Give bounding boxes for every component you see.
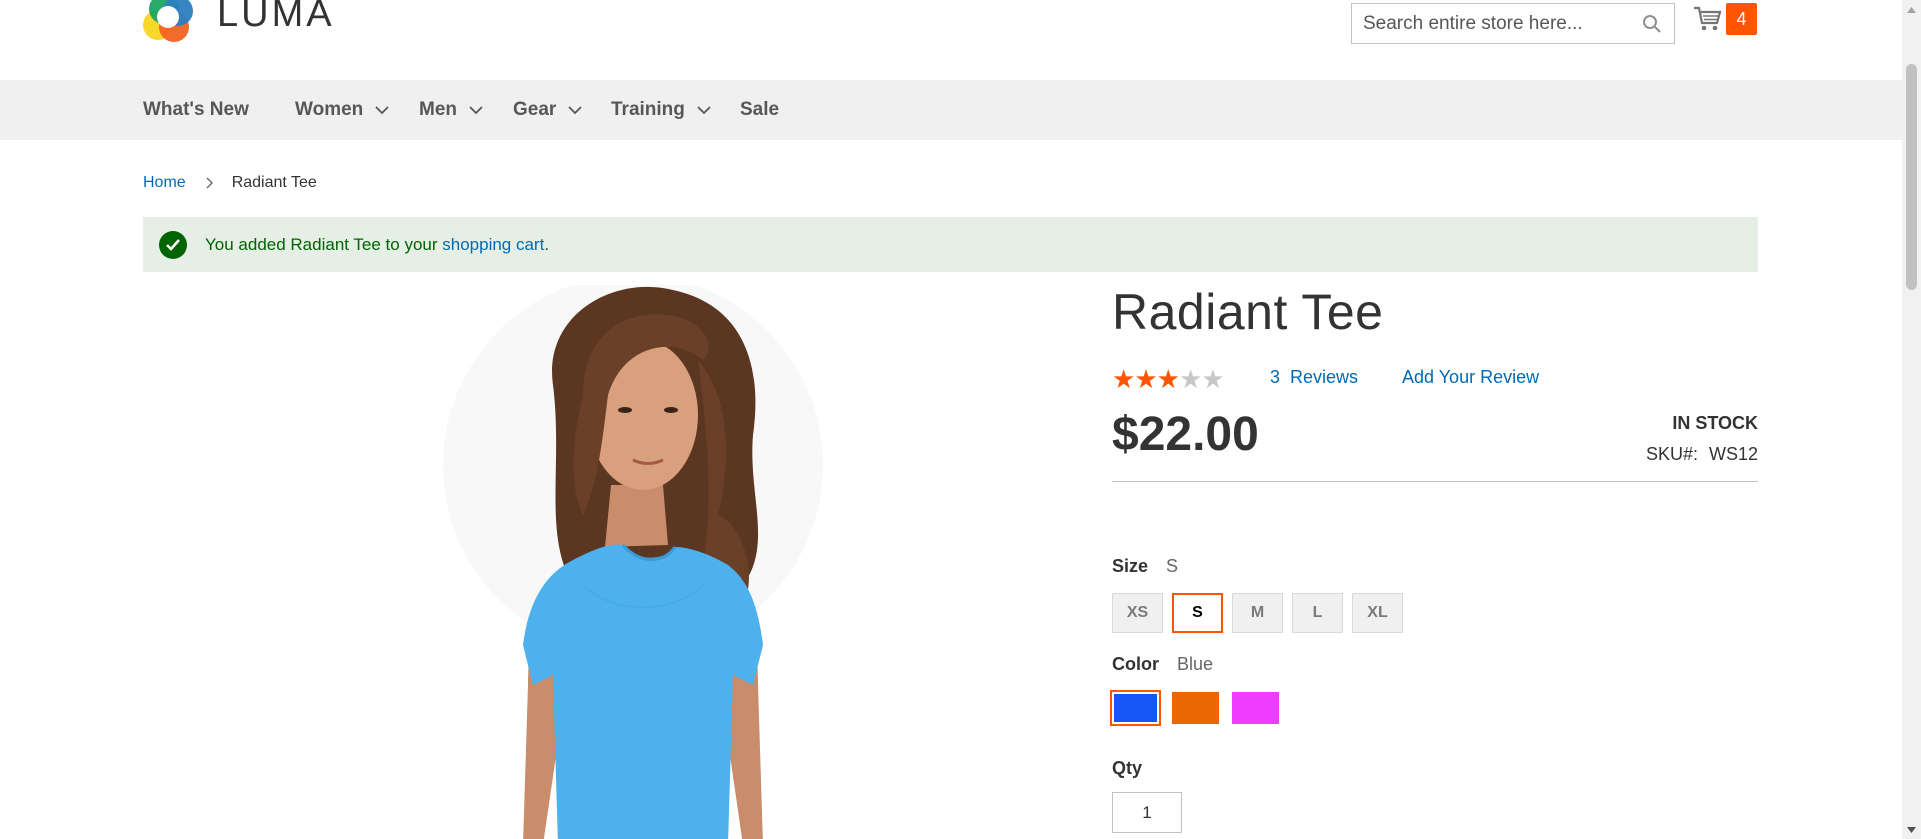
nav-item-gear[interactable]: Gear (513, 80, 582, 140)
star-empty-icon: ★ (1178, 364, 1203, 394)
star-empty-icon: ★ (1201, 364, 1225, 394)
product-image[interactable] (143, 285, 1073, 839)
color-swatch-orange[interactable] (1172, 692, 1219, 724)
chevron-right-icon (206, 177, 214, 189)
qty-label: Qty (1112, 758, 1142, 779)
search-form (1351, 3, 1675, 44)
chevron-down-icon (568, 105, 582, 115)
store-logo[interactable]: LUMA (143, 0, 335, 42)
size-label: Size (1112, 556, 1149, 576)
size-swatch-xl[interactable]: XL (1352, 593, 1403, 633)
shopping-cart-link[interactable]: shopping cart (442, 235, 544, 255)
main-navigation: What's New Women Men Gear Training Sale (0, 80, 1902, 140)
scroll-down-icon[interactable] (1906, 824, 1917, 835)
color-label: Color (1112, 654, 1159, 674)
nav-item-label: Women (295, 99, 364, 120)
color-option-label: Color Blue (1112, 654, 1213, 675)
nav-item-women[interactable]: Women (295, 80, 389, 140)
sku: SKU#: WS12 (1646, 444, 1758, 465)
reviews-label: Reviews (1290, 367, 1359, 387)
search-icon[interactable] (1636, 8, 1668, 40)
add-review-link[interactable]: Add Your Review (1402, 367, 1539, 388)
rating-stars: ★ ★ ★ ★ ★ (1112, 364, 1225, 394)
size-swatch-s[interactable]: S (1172, 593, 1223, 633)
product-title: Radiant Tee (1112, 284, 1384, 340)
nav-item-label: Gear (513, 99, 557, 120)
sku-value: WS12 (1708, 444, 1758, 464)
breadcrumb: Home Radiant Tee (143, 174, 317, 192)
breadcrumb-home-link[interactable]: Home (143, 174, 186, 192)
chevron-down-icon (375, 105, 389, 115)
nav-item-label: What's New (143, 99, 249, 120)
minicart[interactable]: 4 (1692, 3, 1757, 35)
sku-label: SKU#: (1645, 444, 1698, 464)
nav-item-label: Training (611, 99, 685, 120)
luma-logo-icon (143, 0, 201, 42)
star-filled-icon: ★ (1112, 364, 1136, 394)
nav-item-whats-new[interactable]: What's New (143, 80, 249, 140)
success-message: You added Radiant Tee to your shopping c… (143, 217, 1758, 272)
size-selected-value: S (1166, 556, 1179, 576)
size-swatch-m[interactable]: M (1232, 593, 1283, 633)
rating-summary: ★ ★ ★ ★ ★ (1112, 364, 1225, 394)
size-option-label: Size S (1112, 556, 1178, 577)
nav-item-men[interactable]: Men (419, 80, 483, 140)
chevron-down-icon (469, 105, 483, 115)
size-swatch-l[interactable]: L (1292, 593, 1343, 633)
header: LUMA 4 (0, 0, 1902, 80)
star-filled-icon: ★ (1156, 364, 1180, 394)
message-text: You added Radiant Tee to your (205, 234, 443, 254)
divider (1112, 481, 1758, 482)
stock-status: IN STOCK (1672, 413, 1758, 433)
star-filled-icon: ★ (1134, 364, 1158, 394)
scroll-up-icon[interactable] (1906, 4, 1917, 15)
logo-text: LUMA (217, 0, 335, 35)
scroll-thumb[interactable] (1906, 64, 1917, 290)
search-input[interactable] (1352, 4, 1636, 43)
reviews-count: 3 (1270, 367, 1281, 387)
qty-input[interactable] (1112, 792, 1182, 833)
product-price: $22.00 (1112, 408, 1259, 461)
breadcrumb-current: Radiant Tee (231, 174, 317, 191)
cart-icon[interactable] (1692, 3, 1724, 35)
color-selected-value: Blue (1177, 654, 1214, 674)
nav-item-sale[interactable]: Sale (740, 80, 779, 140)
color-swatch-blue[interactable] (1110, 690, 1161, 726)
chevron-down-icon (697, 105, 711, 115)
nav-item-label: Men (419, 99, 457, 120)
size-swatch-xs[interactable]: XS (1112, 593, 1163, 633)
reviews-link[interactable]: 3 Reviews (1270, 367, 1358, 388)
color-swatches (1110, 690, 1292, 726)
check-icon (159, 230, 187, 259)
nav-item-label: Sale (740, 99, 780, 120)
cart-count-badge[interactable]: 4 (1726, 3, 1757, 35)
qty-label-text: Qty (1112, 758, 1143, 778)
page-scrollbar[interactable] (1902, 0, 1921, 839)
size-swatches: XS S M L XL (1112, 593, 1412, 633)
nav-item-training[interactable]: Training (611, 80, 711, 140)
message-suffix: . (544, 234, 550, 254)
color-swatch-purple[interactable] (1232, 692, 1279, 724)
